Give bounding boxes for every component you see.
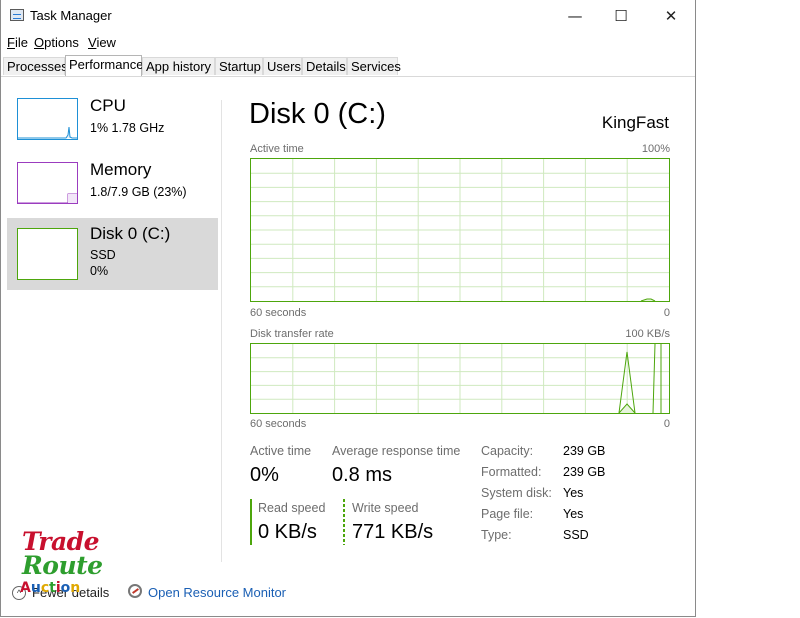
open-resource-monitor-link[interactable]: Open Resource Monitor: [148, 585, 286, 600]
write-speed-value: 771 KB/s: [352, 521, 434, 543]
tab-services[interactable]: Services: [347, 57, 401, 75]
window-title: Task Manager: [30, 8, 112, 23]
sidebar-item-usage: 0%: [90, 264, 109, 278]
sidebar-item-sub: 1% 1.78 GHz: [90, 121, 165, 135]
cpu-thumbnail-line: [18, 126, 77, 139]
title-bar: Task Manager — ☐ ✕: [1, 0, 695, 32]
capacity-value: 239 GB: [563, 444, 606, 458]
active-time-graph-plot: [251, 159, 669, 301]
task-manager-window: Task Manager — ☐ ✕ File Options View Pro…: [0, 0, 696, 617]
watermark-letter: o: [60, 580, 71, 596]
sidebar-item-label: Memory: [90, 160, 152, 179]
active-time-graph-label: Active time: [250, 143, 304, 155]
transfer-rate-graph: [250, 343, 670, 414]
maximize-button[interactable]: ☐: [598, 0, 644, 32]
menu-view[interactable]: View: [88, 35, 116, 50]
system-disk-value: Yes: [563, 486, 584, 500]
tab-details[interactable]: Details: [302, 57, 347, 75]
active-time-trace: [640, 298, 656, 301]
task-manager-app-icon: [10, 9, 24, 21]
transfer-rate-trace-spike: [652, 344, 656, 413]
memory-thumbnail-graph: [17, 162, 78, 204]
close-button[interactable]: ✕: [648, 0, 694, 32]
formatted-label: Formatted:: [481, 465, 542, 479]
watermark-line-3: Auction: [20, 580, 80, 596]
memory-thumbnail-line: [18, 193, 77, 204]
resource-monitor-icon: [128, 584, 142, 598]
avg-response-value: 0.8 ms: [332, 464, 393, 486]
sidebar-item-sub: SSD: [90, 248, 116, 262]
minimize-button[interactable]: —: [552, 0, 598, 32]
read-speed-value: 0 KB/s: [258, 521, 317, 543]
transfer-rate-graph-plot: [251, 344, 669, 413]
watermark-letter: n: [70, 580, 81, 596]
menu-file-mnemonic: F: [7, 35, 15, 50]
menu-view-label: iew: [96, 35, 116, 50]
tab-startup[interactable]: Startup: [215, 57, 263, 75]
formatted-value: 239 GB: [563, 465, 606, 479]
tab-users[interactable]: Users: [263, 57, 302, 75]
watermark-letter: t: [49, 580, 56, 596]
disk-model: KingFast: [601, 113, 669, 132]
disk-title: Disk 0 (C:): [249, 98, 386, 130]
disk-thumbnail-graph: [17, 228, 78, 280]
system-disk-label: System disk:: [481, 486, 552, 500]
write-speed-indicator: [343, 499, 345, 545]
active-time-graph-max: 100%: [641, 143, 670, 155]
active-time-value: 0%: [250, 464, 279, 486]
menu-file[interactable]: File: [7, 35, 28, 50]
active-time-label: Active time: [250, 444, 312, 458]
menu-file-label: ile: [14, 35, 28, 50]
watermark-line-2: Route: [22, 551, 103, 580]
tab-performance[interactable]: Performance: [65, 55, 143, 76]
tab-app-history[interactable]: App history: [142, 57, 215, 75]
sidebar-item-sub: 1.8/7.9 GB (23%): [90, 185, 187, 199]
write-speed-label: Write speed: [352, 501, 419, 515]
menu-options-mnemonic: O: [34, 35, 45, 50]
type-label: Type:: [481, 528, 512, 542]
sidebar-item-label: CPU: [90, 96, 126, 115]
sidebar-item-disk[interactable]: Disk 0 (C:) SSD 0%: [7, 218, 218, 290]
cpu-thumbnail-graph: [17, 98, 78, 140]
watermark-letter: c: [40, 580, 50, 596]
transfer-rate-trace-read: [618, 403, 636, 413]
tab-processes[interactable]: Processes: [3, 57, 68, 75]
type-value: SSD: [563, 528, 589, 542]
transfer-rate-graph-min: 0: [663, 418, 670, 430]
sidebar-item-cpu[interactable]: CPU 1% 1.78 GHz: [7, 90, 218, 162]
transfer-rate-graph-time-label: 60 seconds: [250, 418, 307, 430]
tab-strip: Processes Performance App history Startu…: [1, 55, 695, 77]
sidebar-item-memory[interactable]: Memory 1.8/7.9 GB (23%): [7, 154, 218, 226]
avg-response-label: Average response time: [332, 444, 461, 458]
trade-route-auction-watermark: Trade Route Auction: [20, 527, 103, 607]
active-time-graph-time-label: 60 seconds: [250, 307, 307, 319]
watermark-letter: u: [30, 580, 41, 596]
transfer-rate-graph-max: 100 KB/s: [625, 328, 670, 340]
menu-options-label: ptions: [44, 35, 79, 50]
read-speed-label: Read speed: [258, 501, 326, 515]
watermark-letter: A: [20, 580, 31, 596]
capacity-label: Capacity:: [481, 444, 534, 458]
footer-bar: ^ Fewer details Open Resource Monitor: [1, 578, 695, 608]
menu-bar: File Options View: [1, 33, 695, 53]
active-time-graph: [250, 158, 670, 302]
page-file-value: Yes: [563, 507, 584, 521]
active-time-graph-min: 0: [663, 307, 670, 319]
page-file-label: Page file:: [481, 507, 534, 521]
sidebar-item-label: Disk 0 (C:): [90, 224, 171, 243]
transfer-rate-graph-label: Disk transfer rate: [250, 328, 334, 340]
read-speed-indicator: [250, 499, 252, 545]
menu-options[interactable]: Options: [34, 35, 79, 50]
sidebar-divider: [221, 100, 222, 562]
